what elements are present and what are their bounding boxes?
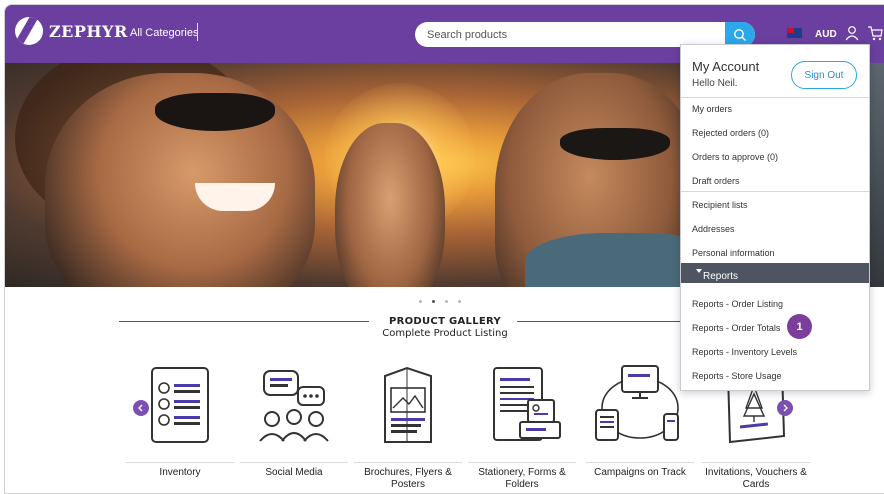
- caret-down-icon: [696, 269, 702, 273]
- menu-item-reports-order-listing[interactable]: Reports - Order Listing: [692, 299, 783, 309]
- category-inventory[interactable]: Inventory: [123, 360, 237, 479]
- menu-item-personal-information[interactable]: Personal information: [692, 248, 775, 258]
- menu-item-reports-inventory-levels[interactable]: Reports - Inventory Levels: [692, 347, 797, 357]
- reports-label: Reports: [703, 271, 739, 282]
- user-account-icon[interactable]: [845, 25, 859, 41]
- carousel-indicators: [419, 300, 461, 303]
- all-categories-link[interactable]: All Categories: [130, 27, 198, 39]
- menu-item-reports-store-usage[interactable]: Reports - Store Usage: [692, 371, 782, 381]
- category-label: Stationery, Forms & Folders: [478, 467, 566, 490]
- category-label: Invitations, Vouchers & Cards: [705, 467, 807, 490]
- menu-item-reports-order-totals[interactable]: Reports - Order Totals: [692, 323, 780, 333]
- carousel-dot-active[interactable]: [432, 300, 435, 303]
- sign-out-button[interactable]: Sign Out: [791, 61, 857, 89]
- brand-logo-icon: [15, 17, 43, 45]
- search-icon: [734, 28, 746, 41]
- social-media-people-icon: [259, 370, 329, 442]
- campaign-devices-icon: [595, 365, 679, 441]
- menu-item-orders-to-approve[interactable]: Orders to approve (0): [692, 152, 778, 162]
- carousel-dot[interactable]: [458, 300, 461, 303]
- brand-logo[interactable]: ZEPHYR: [15, 17, 128, 45]
- inventory-checklist-icon: [151, 367, 209, 443]
- category-label: Brochures, Flyers & Posters: [364, 467, 452, 490]
- account-menu-title: My Account: [692, 59, 760, 74]
- category-social-media[interactable]: Social Media: [237, 360, 351, 479]
- shopping-cart-icon[interactable]: [867, 25, 883, 41]
- category-brochures[interactable]: Brochures, Flyers & Posters: [351, 360, 465, 491]
- menu-item-reports[interactable]: Reports: [681, 263, 869, 283]
- currency-selector[interactable]: AUD: [815, 29, 837, 40]
- menu-item-addresses[interactable]: Addresses: [692, 224, 735, 234]
- account-dropdown-menu: My Account Hello Neil. Sign Out My order…: [680, 44, 870, 391]
- brand-name: ZEPHYR: [49, 21, 128, 41]
- carousel-dot[interactable]: [419, 300, 422, 303]
- step-badge: 1: [787, 314, 812, 339]
- category-label: Social Media: [265, 467, 323, 478]
- stationery-icon: [493, 367, 561, 441]
- header-divider: [197, 23, 198, 41]
- chevron-right-icon: [783, 404, 788, 412]
- category-label: Campaigns on Track: [594, 467, 686, 478]
- carousel-next-button[interactable]: [777, 400, 793, 416]
- menu-item-recipient-lists[interactable]: Recipient lists: [692, 200, 748, 210]
- category-stationery[interactable]: Stationery, Forms & Folders: [465, 360, 579, 491]
- account-menu-header: My Account Hello Neil. Sign Out: [681, 45, 869, 98]
- carousel-dot[interactable]: [445, 300, 448, 303]
- menu-item-my-orders[interactable]: My orders: [692, 104, 732, 114]
- menu-item-draft-orders[interactable]: Draft orders: [692, 176, 740, 186]
- menu-item-rejected-orders[interactable]: Rejected orders (0): [692, 128, 769, 138]
- category-label: Inventory: [159, 467, 201, 478]
- australia-flag-icon[interactable]: [787, 28, 802, 38]
- brochure-icon: [384, 366, 432, 443]
- account-greeting: Hello Neil.: [692, 78, 738, 89]
- child-passenger: [335, 123, 445, 287]
